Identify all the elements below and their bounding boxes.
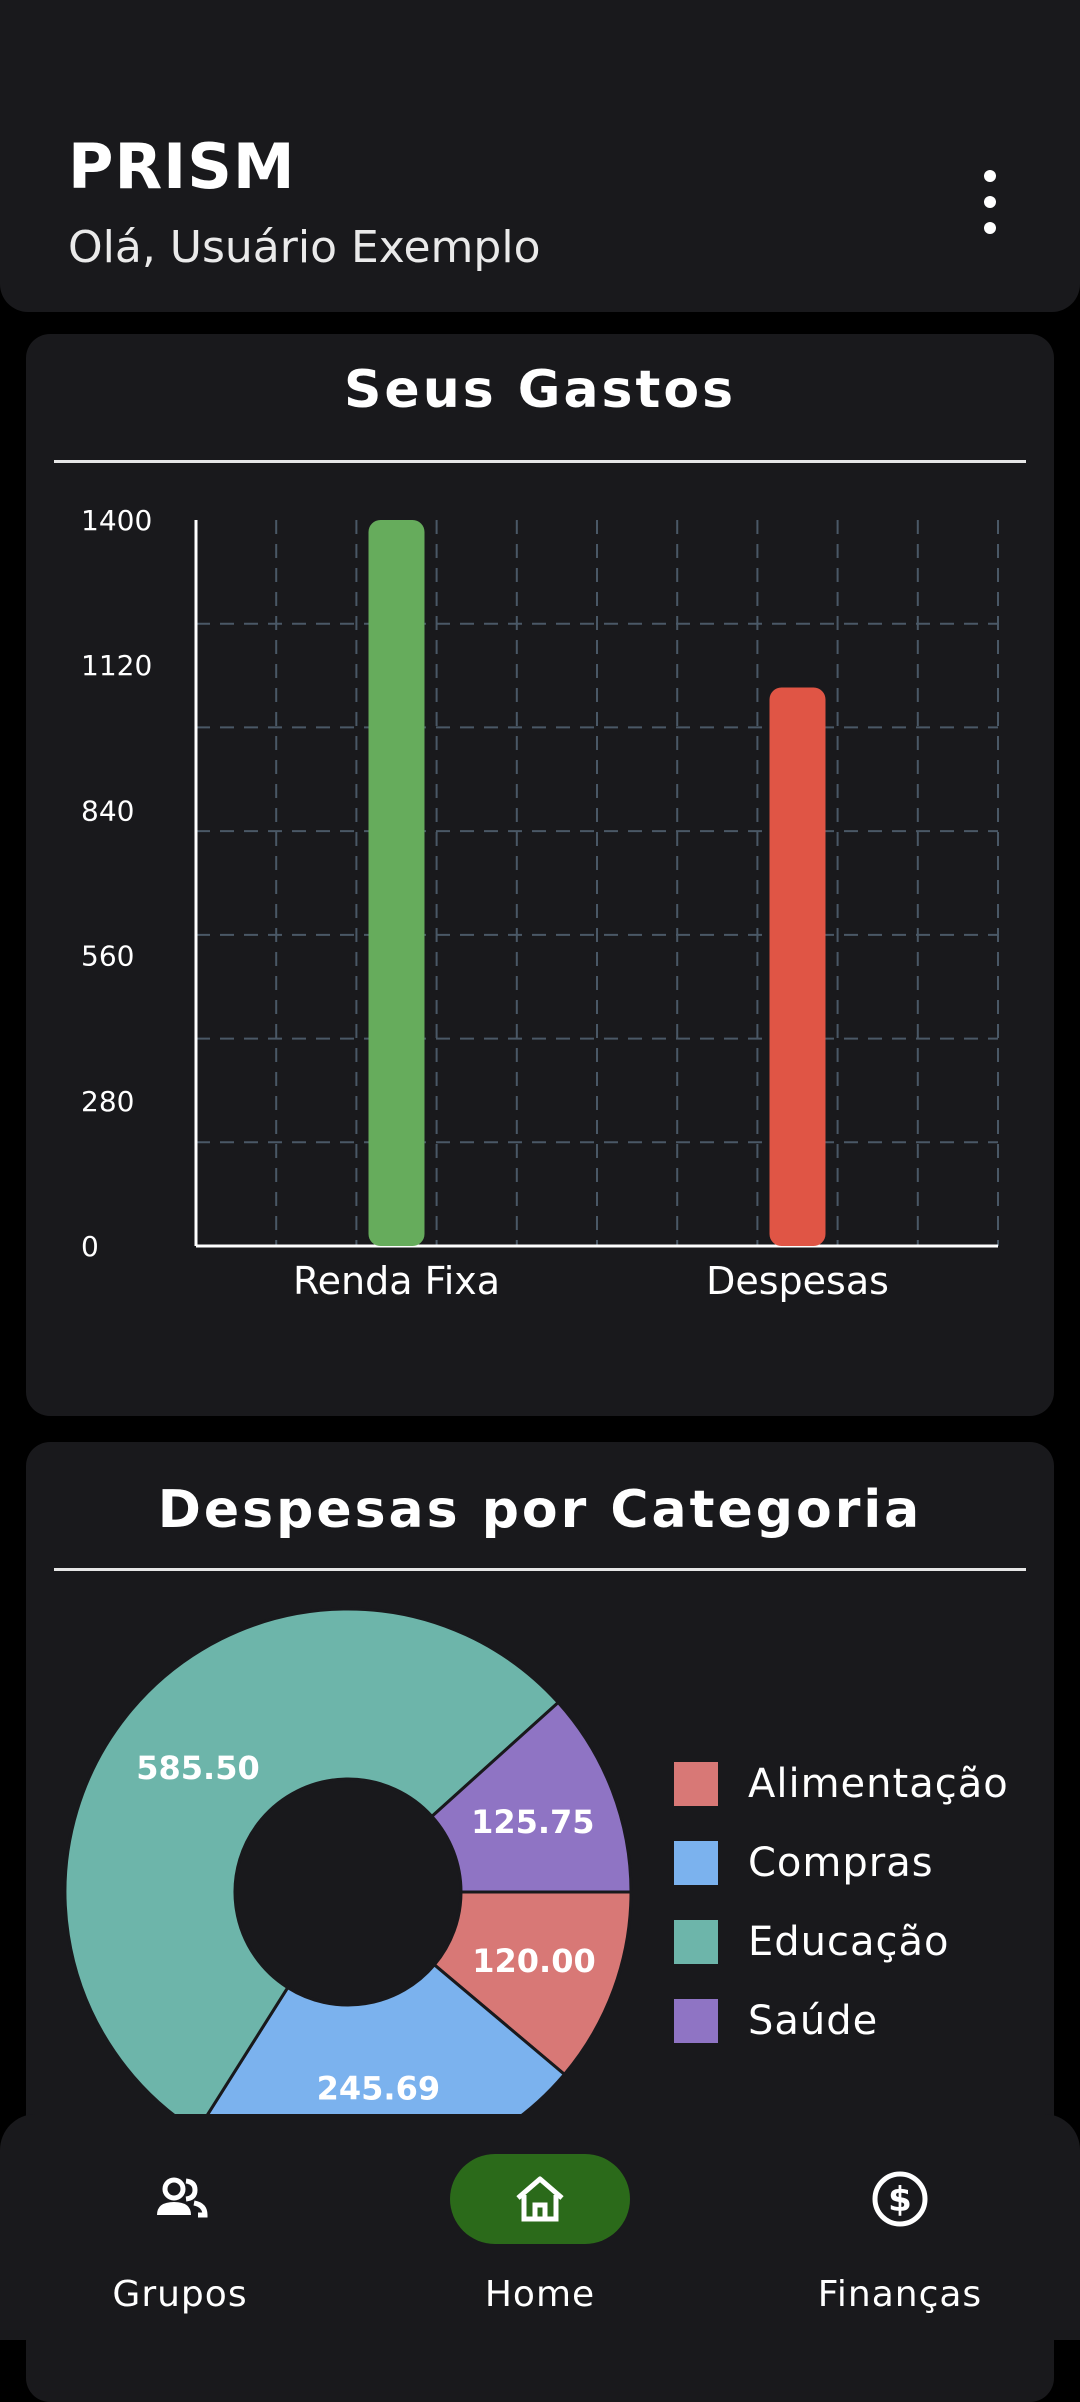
legend-swatch [674,1761,718,1806]
chart-legend: Alimentação Compras Educação Saúde [674,1744,1009,2060]
pie-value-label: 125.75 [471,1803,594,1841]
nav-label-grupos: Grupos [112,2274,248,2315]
y-tick-label: 1120 [81,649,152,682]
bar [769,687,826,1246]
nav-label-financas: Finanças [817,2274,983,2315]
bottom-navigation: Grupos Home $ Finanças [0,2114,1080,2340]
nav-item-grupos[interactable]: Grupos [0,2114,360,2340]
legend-item: Educação [674,1902,1009,1981]
app-title: PRISM [68,130,296,203]
svg-text:$: $ [888,2180,912,2220]
nav-item-financas[interactable]: $ Finanças [720,2114,1080,2340]
legend-label: Alimentação [748,1760,1009,1807]
legend-item: Compras [674,1823,1009,1902]
legend-label: Compras [748,1839,934,1886]
y-tick-label: 560 [81,940,134,973]
legend-swatch [674,1840,718,1885]
spending-card: Seus Gastos 0 280 560 840 1120 1400 Renda Fixa… [26,334,1054,1416]
nav-item-home[interactable]: Home [360,2114,720,2340]
menu-dot [984,222,996,234]
greeting-text: Olá, Usuário Exemplo [68,222,541,273]
pie-value-label: 120.00 [472,1942,595,1980]
x-tick-label: Despesas [706,1259,889,1303]
y-tick-label: 0 [81,1230,99,1263]
pie-value-label: 245.69 [317,2070,440,2108]
home-icon [516,2176,564,2222]
menu-dot [984,170,996,182]
app-header: PRISM Olá, Usuário Exemplo [0,0,1080,312]
pie-value-label: 585.50 [136,1749,259,1787]
group-icon [157,2177,208,2218]
legend-swatch [674,1998,718,2043]
legend-item: Alimentação [674,1744,1009,1823]
x-tick-label: Renda Fixa [293,1259,500,1303]
legend-swatch [674,1919,718,1964]
dollar-circle-icon: $ [872,2171,928,2227]
nav-label-home: Home [484,2274,596,2315]
legend-label: Saúde [748,1997,879,2044]
menu-dot [984,196,996,208]
legend-item: Saúde [674,1981,1009,2060]
legend-label: Educação [748,1918,950,1965]
y-tick-label: 1400 [81,504,152,537]
bar [368,520,425,1246]
y-tick-label: 840 [81,794,134,827]
y-tick-label: 280 [81,1085,134,1118]
more-vert-icon[interactable] [962,170,1018,234]
spending-bar-chart: 0 280 560 840 1120 1400 Renda Fixa Despesas [81,504,999,1303]
